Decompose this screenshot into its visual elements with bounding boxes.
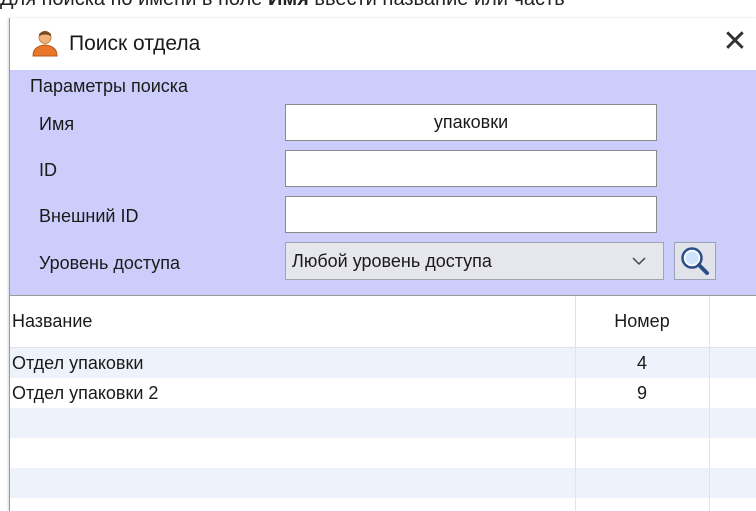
chevron-down-icon [632, 257, 646, 266]
search-button[interactable] [674, 242, 716, 280]
instruction-text: Для поиска по имени в поле Имя ввести на… [0, 0, 756, 10]
search-department-dialog: Поиск отдела ✕ Параметры поиска Имя ID В… [9, 18, 756, 511]
external-id-label: Внешний ID [39, 206, 139, 226]
external-id-input[interactable] [285, 196, 657, 233]
empty-row [10, 438, 756, 468]
cell-department-number: 9 [636, 383, 647, 403]
cell-department-name: Отдел упаковки 2 [12, 383, 159, 403]
search-parameters-group: Параметры поиска Имя ID Внешний ID Урове… [10, 70, 756, 295]
access-level-label: Уровень доступа [39, 253, 181, 273]
results-grid: Название Номер Отдел упаковки 4 Отдел уп… [10, 296, 756, 511]
cell-department-name: Отдел упаковки [12, 353, 144, 373]
column-header-number[interactable]: Номер [575, 310, 709, 332]
name-label: Имя [39, 114, 75, 134]
name-input[interactable] [285, 104, 657, 141]
user-icon [32, 31, 58, 57]
access-level-value: Любой уровень доступа [292, 251, 492, 271]
instruction-bold: Имя [268, 0, 309, 10]
table-row[interactable]: Отдел упаковки 2 9 [10, 378, 756, 408]
window-title: Поиск отдела [69, 32, 201, 55]
search-parameters-legend: Параметры поиска [30, 76, 189, 96]
column-divider [575, 296, 576, 511]
close-button[interactable]: ✕ [716, 24, 754, 62]
empty-row [10, 468, 756, 498]
cell-department-number: 4 [636, 353, 647, 373]
grid-header: Название Номер [10, 296, 756, 348]
close-icon[interactable]: ✕ [722, 25, 747, 58]
id-input[interactable] [285, 150, 657, 187]
id-label: ID [39, 160, 57, 180]
table-row[interactable]: Отдел упаковки 4 [10, 348, 756, 378]
instruction-suffix: ввести название или часть [309, 0, 564, 10]
empty-row [10, 408, 756, 438]
title-bar: Поиск отдела ✕ [10, 18, 756, 70]
instruction-prefix: Для поиска по имени в поле [0, 0, 268, 10]
access-level-select[interactable]: Любой уровень доступа [285, 242, 664, 280]
column-header-name[interactable]: Название [12, 310, 92, 332]
column-divider [709, 296, 710, 511]
